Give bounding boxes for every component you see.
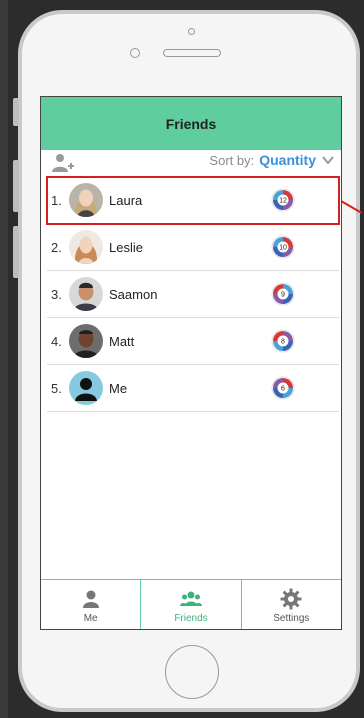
count-label: 6: [281, 386, 285, 393]
front-camera: [188, 28, 195, 35]
page-title: Friends: [165, 115, 217, 132]
friends-list: 1. Laura 12 2. Leslie 10 3. Saamon 9 4. …: [46, 176, 340, 412]
rank: 4.: [51, 333, 62, 349]
chevron-down-icon[interactable]: [321, 153, 335, 167]
count-label: 9: [281, 292, 285, 299]
avatar: [69, 277, 103, 311]
list-item[interactable]: 5. Me 6: [47, 365, 339, 412]
mute-switch: [13, 98, 19, 126]
person-icon: [82, 590, 99, 608]
sort-control[interactable]: Sort by: Quantity: [209, 152, 335, 168]
friend-name: Laura: [109, 192, 143, 208]
badge-icon: 6: [271, 376, 295, 400]
friend-name: Matt: [109, 333, 135, 349]
volume-up-button: [13, 160, 19, 212]
header-bar: Friends: [41, 97, 341, 150]
rank: 3.: [51, 286, 62, 302]
tab-settings[interactable]: Settings: [240, 580, 341, 629]
count-label: 12: [279, 198, 287, 205]
count-label: 8: [281, 339, 285, 346]
friend-name: Saamon: [109, 286, 158, 302]
tab-friends[interactable]: Friends: [140, 580, 240, 629]
list-item[interactable]: 4. Matt 8: [47, 318, 339, 365]
earpiece-speaker: [163, 49, 221, 57]
avatar: [69, 371, 103, 405]
group-icon: [179, 591, 202, 606]
app-screen: Friends Sort by: Quantity 1. Laura 12 2.…: [40, 96, 342, 630]
tab-bar: Me Friends Settings: [41, 579, 341, 629]
toolbar: Sort by: Quantity: [41, 150, 341, 176]
gear-icon: [280, 588, 302, 609]
avatar: [69, 183, 103, 217]
avatar: [69, 324, 103, 358]
badge-icon: 10: [271, 235, 295, 259]
tab-label: Friends: [174, 612, 208, 624]
background-strip: [0, 0, 8, 718]
friend-name: Leslie: [109, 239, 143, 255]
avatar: [69, 230, 103, 264]
sort-label: Sort by:: [209, 152, 255, 168]
rank: 2.: [51, 239, 62, 255]
tab-label: Settings: [273, 612, 310, 624]
tab-me[interactable]: Me: [41, 580, 140, 629]
list-item[interactable]: 3. Saamon 9: [47, 271, 339, 318]
proximity-sensor: [130, 48, 140, 58]
tab-label: Me: [83, 612, 98, 624]
volume-down-button: [13, 226, 19, 278]
badge-icon: 12: [271, 188, 295, 212]
add-friend-icon[interactable]: [51, 153, 75, 173]
rank: 5.: [51, 380, 62, 396]
list-item[interactable]: 2. Leslie 10: [47, 224, 339, 271]
sort-dropdown[interactable]: Quantity: [259, 152, 316, 168]
friend-name: Me: [109, 380, 128, 396]
badge-icon: 8: [271, 329, 295, 353]
home-button[interactable]: [165, 645, 219, 699]
list-item[interactable]: 1. Laura 12: [46, 176, 340, 225]
badge-icon: 9: [271, 282, 295, 306]
rank: 1.: [51, 192, 62, 208]
count-label: 10: [279, 245, 287, 252]
